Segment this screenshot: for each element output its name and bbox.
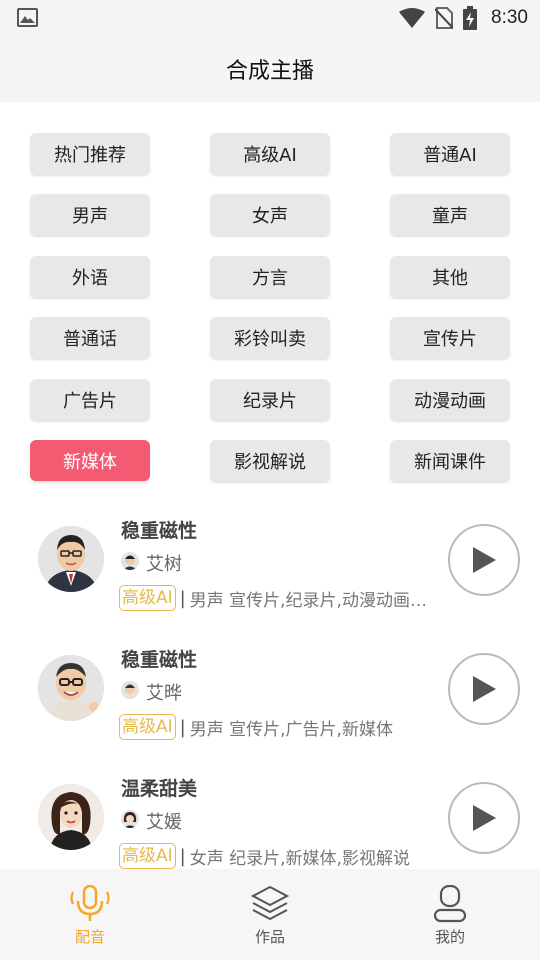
category-film-commentary[interactable]: 影视解说 — [210, 440, 330, 481]
level-badge: 高级AI — [119, 714, 176, 740]
category-standard-ai[interactable]: 普通AI — [390, 133, 510, 174]
anchor-style-title: 温柔甜美 — [121, 778, 198, 800]
battery-charging-icon — [463, 6, 478, 30]
category-foreign-language[interactable]: 外语 — [30, 256, 150, 297]
no-sim-icon — [435, 7, 454, 29]
list-item[interactable]: 温柔甜美 艾媛 高级AI | 女声 纪录片,新媒体,影视解说 — [0, 758, 540, 869]
list-item[interactable]: 稳重磁性 艾树 高级AI | 男声 宣传片,纪录片,动漫动画… — [0, 500, 540, 629]
microphone-icon — [70, 885, 110, 921]
anchor-tags: 高级AI | 男声 宣传片,广告片,新媒体 — [119, 713, 444, 741]
page-title: 合成主播 — [225, 59, 314, 84]
nav-label: 作品 — [254, 928, 285, 946]
play-button[interactable] — [448, 524, 520, 596]
nav-label: 我的 — [434, 928, 465, 946]
anchor-name: 艾树 — [146, 554, 182, 575]
category-child-voice[interactable]: 童声 — [390, 194, 510, 235]
anchor-description: 男声 宣传片,广告片,新媒体 — [189, 719, 393, 740]
mini-avatar — [121, 552, 139, 570]
anchor-name: 艾媛 — [146, 812, 182, 833]
layers-icon — [251, 885, 289, 921]
category-male-voice[interactable]: 男声 — [30, 194, 150, 235]
level-badge: 高级AI — [119, 843, 176, 869]
category-advertisement[interactable]: 广告片 — [30, 379, 150, 420]
user-icon — [433, 885, 467, 923]
mini-avatar — [121, 681, 139, 699]
category-documentary[interactable]: 纪录片 — [210, 379, 330, 420]
mini-avatar — [121, 810, 139, 828]
category-dialect[interactable]: 方言 — [210, 256, 330, 297]
avatar — [38, 655, 104, 721]
tag-separator: | — [179, 845, 186, 867]
avatar — [38, 526, 104, 592]
anchor-name: 艾晔 — [146, 683, 182, 704]
status-bar: 8:30 — [0, 0, 540, 36]
play-icon — [473, 547, 496, 573]
anchor-tags: 高级AI | 女声 纪录片,新媒体,影视解说 — [119, 842, 444, 869]
nav-works[interactable]: 作品 — [180, 869, 360, 960]
category-mandarin[interactable]: 普通话 — [30, 317, 150, 358]
app-header: 合成主播 — [0, 36, 540, 102]
anchor-tags: 高级AI | 男声 宣传片,纪录片,动漫动画… — [119, 584, 444, 612]
category-new-media[interactable]: 新媒体 — [30, 440, 150, 481]
play-button[interactable] — [448, 653, 520, 725]
category-advanced-ai[interactable]: 高级AI — [210, 133, 330, 174]
list-item[interactable]: 稳重磁性 艾晔 高级AI | 男声 宣传片,广告片,新媒体 — [0, 629, 540, 758]
status-time: 8:30 — [491, 7, 528, 28]
wifi-icon — [399, 8, 426, 28]
anchor-description: 男声 宣传片,纪录片,动漫动画… — [189, 590, 427, 611]
avatar — [38, 784, 104, 850]
nav-label: 配音 — [74, 928, 105, 946]
play-button[interactable] — [448, 782, 520, 854]
category-promo-video[interactable]: 宣传片 — [390, 317, 510, 358]
category-hot-recommend[interactable]: 热门推荐 — [30, 133, 150, 174]
play-icon — [473, 676, 496, 702]
image-notification-icon — [17, 8, 38, 27]
play-icon — [473, 805, 496, 831]
anchor-style-title: 稳重磁性 — [121, 520, 198, 542]
category-female-voice[interactable]: 女声 — [210, 194, 330, 235]
category-ringtone-promo[interactable]: 彩铃叫卖 — [210, 317, 330, 358]
category-animation[interactable]: 动漫动画 — [390, 379, 510, 420]
tag-separator: | — [179, 587, 186, 609]
anchor-description: 女声 纪录片,新媒体,影视解说 — [189, 848, 410, 869]
category-news-courseware[interactable]: 新闻课件 — [390, 440, 510, 481]
category-other[interactable]: 其他 — [390, 256, 510, 297]
anchor-list: 稳重磁性 艾树 高级AI | 男声 宣传片,纪录片,动漫动画… 稳重磁性 艾晔 … — [0, 500, 540, 869]
nav-dubbing[interactable]: 配音 — [0, 869, 180, 960]
tag-separator: | — [179, 716, 186, 738]
nav-profile[interactable]: 我的 — [360, 869, 540, 960]
bottom-navigation: 配音 作品 我的 — [0, 869, 540, 960]
anchor-style-title: 稳重磁性 — [121, 649, 198, 671]
level-badge: 高级AI — [119, 585, 176, 611]
